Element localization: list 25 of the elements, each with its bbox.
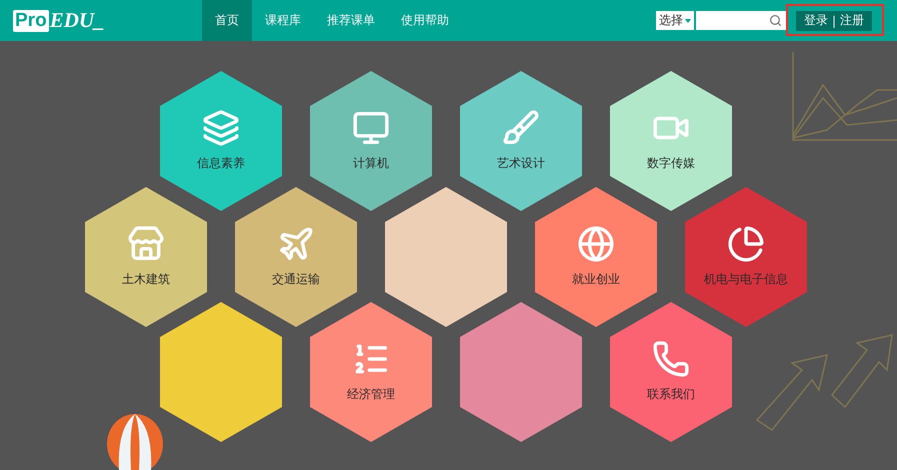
- layers-icon: [202, 109, 240, 147]
- category-tile[interactable]: 联系我们: [610, 302, 732, 442]
- category-select[interactable]: 选择: [656, 11, 694, 30]
- search-icon[interactable]: [768, 14, 782, 27]
- pie-chart-icon: [727, 225, 765, 263]
- category-tile[interactable]: 信息素养: [160, 71, 282, 211]
- nav-tab[interactable]: 首页: [202, 0, 252, 41]
- category-tile[interactable]: 经济管理: [310, 302, 432, 442]
- separator: |: [832, 14, 836, 28]
- search-field[interactable]: [696, 11, 786, 30]
- brush-icon: [502, 109, 540, 147]
- category-tile[interactable]: 计算机: [310, 71, 432, 211]
- category-tile[interactable]: 艺术设计: [460, 71, 582, 211]
- airplane-icon: [277, 225, 315, 263]
- storefront-icon: [127, 225, 165, 263]
- login-link[interactable]: 登录: [804, 12, 828, 29]
- category-tile[interactable]: 土木建筑: [85, 187, 207, 327]
- globe-icon: [577, 225, 615, 263]
- phone-icon: [652, 340, 690, 378]
- caret-icon: [684, 18, 691, 22]
- category-tile[interactable]: 就业创业: [535, 187, 657, 327]
- monitor-icon: [352, 109, 390, 147]
- category-tile[interactable]: 交通运输: [235, 187, 357, 327]
- category-tile[interactable]: 数字传媒: [610, 71, 732, 211]
- register-link[interactable]: 注册: [840, 12, 864, 29]
